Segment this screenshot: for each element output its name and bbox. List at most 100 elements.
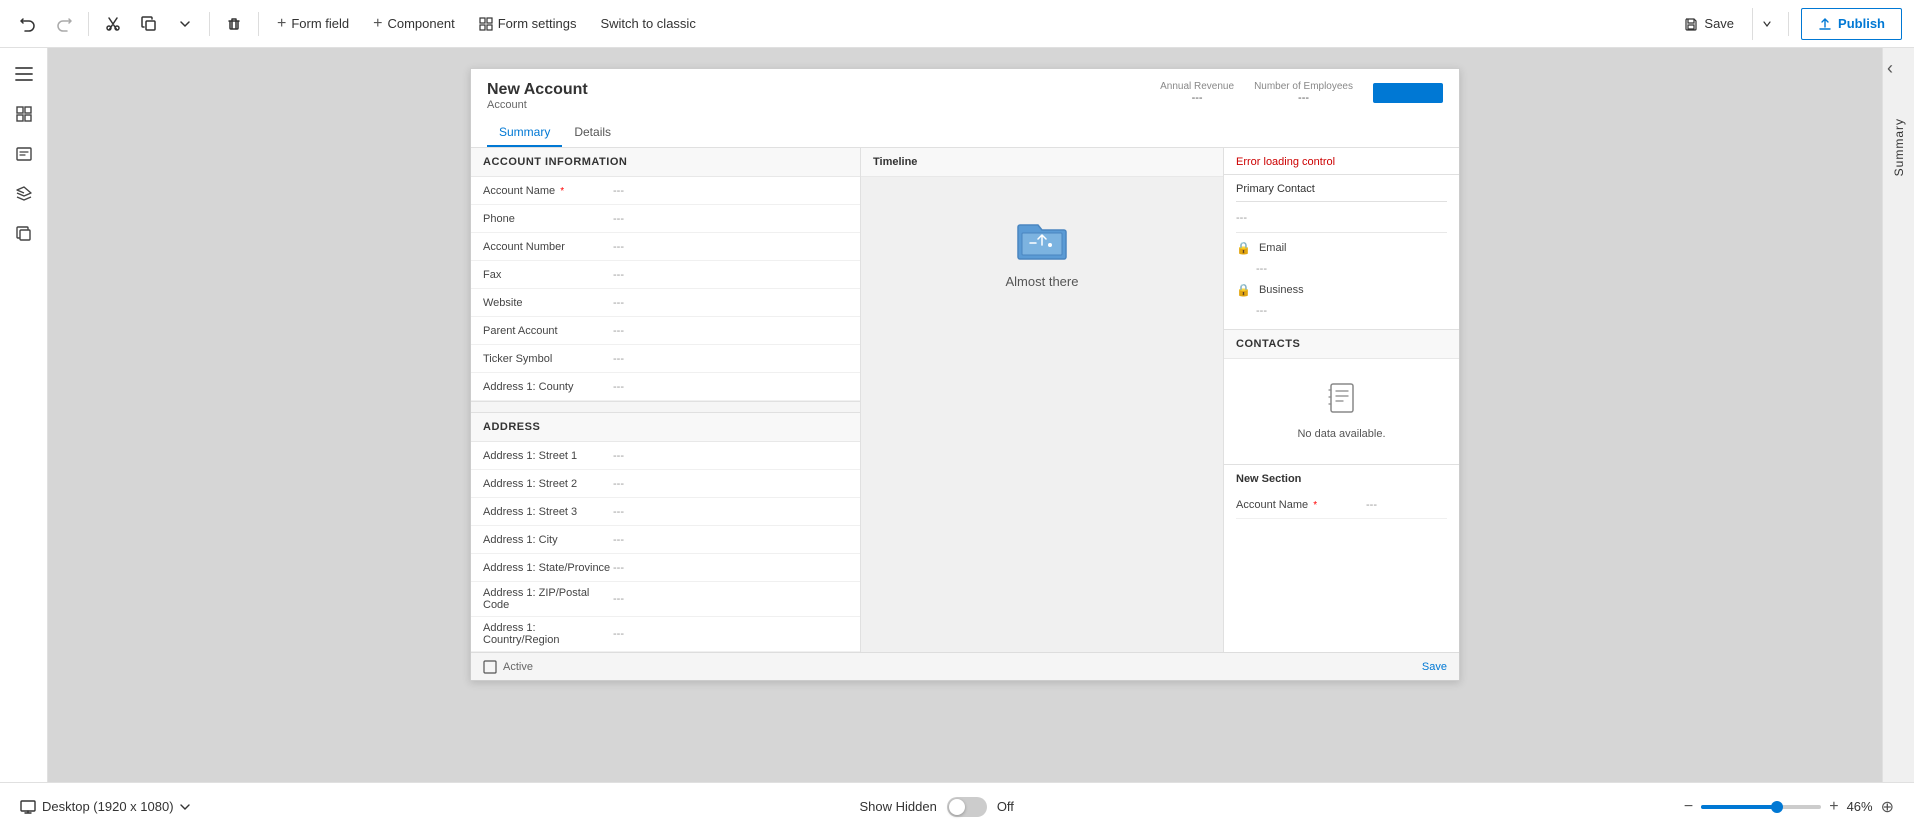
bottom-form-bar: Active Save bbox=[471, 652, 1459, 680]
email-field-row: 🔒 Email bbox=[1236, 237, 1447, 259]
sidebar-icon-text[interactable] bbox=[6, 136, 42, 172]
contacts-empty-icon bbox=[1328, 383, 1356, 422]
delete-button[interactable] bbox=[218, 8, 250, 40]
form-header: New Account Account Annual Revenue --- N… bbox=[471, 69, 1459, 148]
zoom-area: − + 46% ⊕ bbox=[1684, 797, 1894, 817]
zoom-label: 46% bbox=[1847, 799, 1873, 814]
left-sidebar bbox=[0, 48, 48, 830]
save-button[interactable]: Save bbox=[1670, 8, 1748, 40]
error-link[interactable]: Error loading control bbox=[1236, 156, 1335, 168]
show-hidden-area: Show Hidden Off bbox=[859, 797, 1013, 817]
field-address-county: Address 1: County --- bbox=[471, 373, 860, 401]
field-website: Website --- bbox=[471, 289, 860, 317]
main-layout: New Account Account Annual Revenue --- N… bbox=[0, 48, 1914, 830]
primary-contact-label: Primary Contact bbox=[1236, 183, 1447, 202]
sidebar-icon-layers[interactable] bbox=[6, 176, 42, 212]
field-phone: Phone --- bbox=[471, 205, 860, 233]
new-section-area: New Section Account Name * --- bbox=[1224, 464, 1459, 527]
location-icon[interactable]: ⊕ bbox=[1881, 797, 1894, 817]
business-field-row: 🔒 Business bbox=[1236, 279, 1447, 301]
status-area: Active bbox=[483, 660, 533, 674]
save-dropdown-button[interactable] bbox=[1752, 8, 1780, 40]
bottom-toolbar: Desktop (1920 x 1080) Show Hidden Off − … bbox=[0, 782, 1914, 830]
show-hidden-toggle[interactable] bbox=[947, 797, 987, 817]
timeline-header: Timeline bbox=[861, 148, 1223, 177]
field-street-1: Address 1: Street 1 --- bbox=[471, 442, 860, 470]
form-right-col: Error loading control Primary Contact --… bbox=[1224, 148, 1459, 652]
form-tabs: Summary Details bbox=[487, 119, 1443, 147]
form-field-button[interactable]: + Form field bbox=[267, 8, 359, 40]
zoom-plus-button[interactable]: + bbox=[1829, 798, 1838, 816]
divider-2 bbox=[209, 12, 210, 36]
header-field-employees: Number of Employees --- bbox=[1254, 81, 1353, 104]
form-settings-button[interactable]: Form settings bbox=[469, 8, 587, 40]
component-button[interactable]: + Component bbox=[363, 8, 465, 40]
form-center-col: Timeline Almost there bbox=[861, 148, 1224, 652]
new-section-account-name: Account Name * --- bbox=[1236, 491, 1447, 519]
right-sidebar: ‹ Summary bbox=[1882, 48, 1914, 830]
sidebar-icon-grid[interactable] bbox=[6, 96, 42, 132]
divider-publish bbox=[1788, 12, 1789, 36]
email-icon: 🔒 bbox=[1236, 241, 1251, 255]
contacts-header: CONTACTS bbox=[1224, 330, 1459, 359]
sidebar-icon-copy[interactable] bbox=[6, 216, 42, 252]
switch-classic-button[interactable]: Switch to classic bbox=[590, 8, 705, 40]
header-field-revenue: Annual Revenue --- bbox=[1160, 81, 1234, 104]
email-value-row: --- bbox=[1236, 259, 1447, 279]
header-action-button[interactable] bbox=[1373, 83, 1443, 103]
primary-contact-value: --- bbox=[1236, 208, 1447, 228]
form-title-area: New Account Account bbox=[487, 81, 588, 111]
undo-button[interactable] bbox=[12, 8, 44, 40]
field-country: Address 1: Country/Region --- bbox=[471, 617, 860, 652]
close-panel-button[interactable]: ‹ bbox=[1887, 58, 1893, 79]
business-label: Business bbox=[1259, 284, 1304, 296]
business-value-row: --- bbox=[1236, 301, 1447, 321]
dropdown-arrow-button[interactable] bbox=[169, 8, 201, 40]
contacts-body: No data available. bbox=[1224, 359, 1459, 464]
field-street-2: Address 1: Street 2 --- bbox=[471, 470, 860, 498]
bottom-save-button[interactable]: Save bbox=[1422, 661, 1447, 673]
zoom-minus-button[interactable]: − bbox=[1684, 798, 1693, 816]
error-bar: Error loading control bbox=[1224, 148, 1459, 175]
monitor-icon bbox=[20, 800, 36, 814]
publish-button[interactable]: Publish bbox=[1801, 8, 1902, 40]
top-toolbar: + Form field + Component Form settings S… bbox=[0, 0, 1914, 48]
desktop-selector[interactable]: Desktop (1920 x 1080) bbox=[20, 799, 190, 814]
desktop-dropdown-icon bbox=[180, 803, 190, 811]
tab-summary[interactable]: Summary bbox=[487, 119, 562, 147]
toggle-state-label: Off bbox=[997, 799, 1014, 814]
zoom-slider-thumb bbox=[1771, 801, 1783, 813]
desktop-label: Desktop (1920 x 1080) bbox=[42, 799, 174, 814]
account-info-header: ACCOUNT INFORMATION bbox=[471, 148, 860, 177]
copy-button[interactable] bbox=[133, 8, 165, 40]
primary-contact-section: Primary Contact --- 🔒 Email --- bbox=[1224, 175, 1459, 330]
new-section-title: New Section bbox=[1236, 473, 1447, 485]
address-header: ADDRESS bbox=[471, 413, 860, 442]
form-preview: New Account Account Annual Revenue --- N… bbox=[470, 68, 1460, 681]
section-separator bbox=[471, 401, 860, 413]
field-city: Address 1: City --- bbox=[471, 526, 860, 554]
cut-button[interactable] bbox=[97, 8, 129, 40]
timeline-folder-icon bbox=[1016, 217, 1068, 264]
field-zip: Address 1: ZIP/Postal Code --- bbox=[471, 582, 860, 617]
toggle-knob bbox=[949, 799, 965, 815]
contacts-empty-text: No data available. bbox=[1297, 428, 1385, 440]
form-title: New Account bbox=[487, 81, 588, 99]
tab-details[interactable]: Details bbox=[562, 119, 623, 147]
show-hidden-label: Show Hidden bbox=[859, 799, 936, 814]
business-icon: 🔒 bbox=[1236, 283, 1251, 297]
timeline-text: Almost there bbox=[1006, 274, 1079, 289]
divider-1 bbox=[88, 12, 89, 36]
zoom-slider[interactable] bbox=[1701, 805, 1821, 809]
form-subtitle: Account bbox=[487, 99, 588, 111]
form-left-col: ACCOUNT INFORMATION Account Name * --- P… bbox=[471, 148, 861, 652]
divider-3 bbox=[258, 12, 259, 36]
field-account-name: Account Name * --- bbox=[471, 177, 860, 205]
redo-button[interactable] bbox=[48, 8, 80, 40]
sidebar-icon-menu[interactable] bbox=[6, 56, 42, 92]
timeline-body: Almost there bbox=[861, 177, 1223, 329]
email-label: Email bbox=[1259, 242, 1287, 254]
field-street-3: Address 1: Street 3 --- bbox=[471, 498, 860, 526]
status-icon bbox=[483, 660, 497, 674]
field-ticker-symbol: Ticker Symbol --- bbox=[471, 345, 860, 373]
